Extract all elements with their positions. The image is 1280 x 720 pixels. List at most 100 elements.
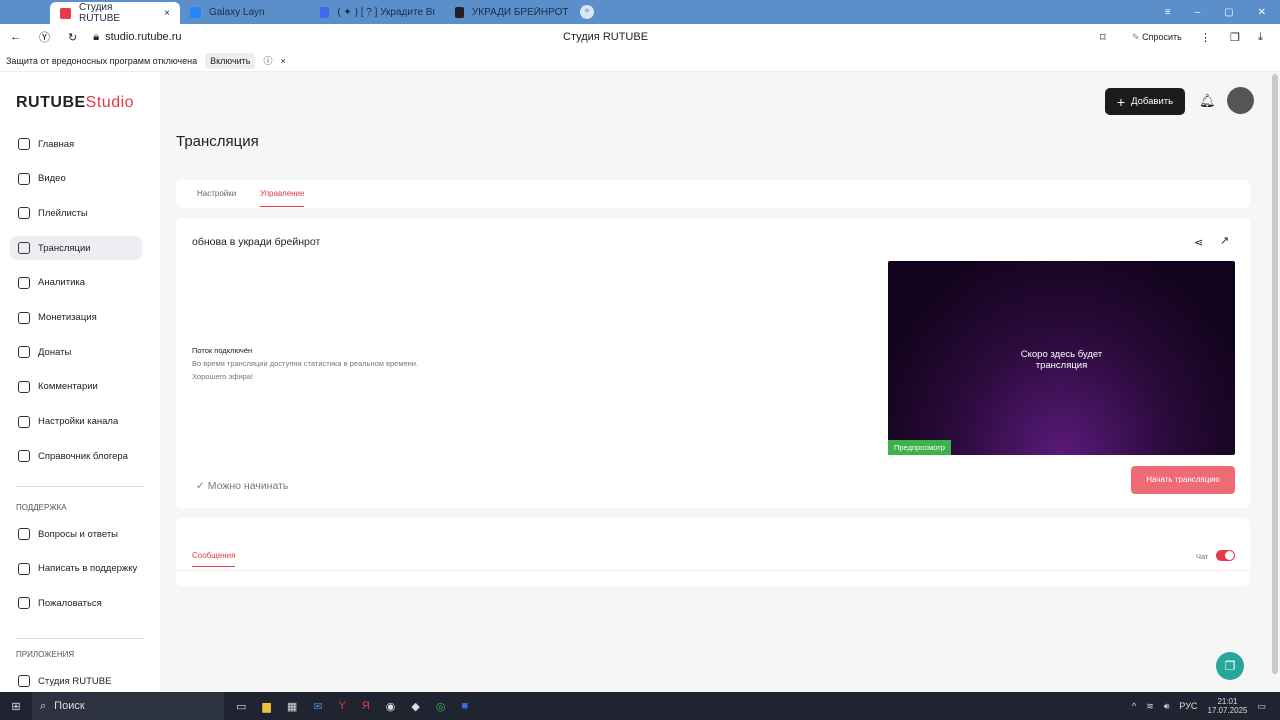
back-icon[interactable]: ← [10,31,21,43]
explorer-icon[interactable]: ▆ [262,700,270,713]
nav-icon [18,242,30,255]
favicon-icon [455,6,464,18]
sidebar-item[interactable]: Трансляции [10,236,142,261]
date: 17.07.2025 [1207,706,1248,715]
url-input[interactable]: studio.rutube.ru [105,31,181,43]
search-icon: ⌕ [40,699,47,712]
help-icon[interactable]: ⓘ [263,54,272,67]
browser-tab[interactable]: ( ✦ ) [ ? ] Украдите Brainr [310,2,445,22]
avatar[interactable] [1227,87,1254,114]
clock[interactable]: 21:01 17.07.2025 [1207,697,1247,715]
favicon-icon [320,6,330,18]
share-icon[interactable]: ⋖ [1194,236,1203,249]
app-icon[interactable]: ■ [461,700,468,713]
divider [16,486,144,487]
sidebar-item[interactable]: Комментарии [10,375,142,399]
apps-section-title: ПРИЛОЖЕНИЯ [16,650,75,659]
yandex-icon[interactable]: Я [362,700,370,713]
wifi-icon[interactable]: ≋ [1146,701,1154,712]
close-infobar-icon[interactable]: × [280,56,285,66]
sidebar-item[interactable]: Видео [10,167,142,191]
tab-control[interactable]: Управление [260,189,305,207]
preview-text: Скоро здесь будет трансляция [1020,349,1103,371]
nav-icon [18,346,30,359]
nav-label: Студия RUTUBE [38,675,112,687]
sidebar-support-item[interactable]: Вопросы и ответы [10,522,142,546]
add-button[interactable]: + Добавить [1105,88,1185,115]
external-link-icon[interactable]: ↗ [1220,234,1229,247]
chat-support-icon[interactable]: ❐ [1216,652,1244,680]
close-tab-icon[interactable]: × [164,8,170,19]
start-icon[interactable]: ⊞ [0,700,32,713]
bell-icon[interactable]: 🔔︎ [1199,93,1216,109]
tab-messages[interactable]: Сообщения [192,551,236,567]
chevron-up-icon[interactable]: ^ [1132,701,1136,711]
more-icon[interactable]: ⋮ [1200,31,1211,44]
browser-tab[interactable]: Студия RUTUBE × [50,2,180,24]
nav-label: Настройки канала [38,416,119,428]
browser-tabbar: Студия RUTUBE × Galaxy Layn ( ✦ ) [ ? ] У… [0,0,1280,24]
chat-toggle[interactable] [1216,550,1235,561]
language-indicator[interactable]: РУС [1179,701,1197,711]
status-title: Поток подключён [192,346,253,355]
ready-status: ✓ Можно начинать [196,480,288,492]
reload-icon[interactable]: ↻ [68,31,77,44]
status-text: Во время трансляции доступна статистика … [192,359,419,368]
sidebar-app-item[interactable]: Студия RUTUBE [10,669,142,693]
maximize-icon[interactable]: ▢ [1224,7,1233,18]
app-icon[interactable]: ◉ [386,700,396,713]
notifications-icon[interactable]: ▭ [1257,701,1266,712]
bookmark-icon[interactable]: ⌑ [1100,31,1106,44]
nav-icon [18,562,30,575]
nav-label: Комментарии [38,381,98,393]
page-title-label: Студия RUTUBE [563,31,649,43]
nav-icon [18,450,30,463]
start-stream-button[interactable]: Начать трансляцию [1131,466,1235,494]
new-tab-button[interactable]: + [580,5,594,19]
yandex-browser-icon[interactable]: Y [339,700,346,713]
sidebar-item[interactable]: Монетизация [10,306,142,330]
nav-icon [18,597,30,610]
sidebar-item[interactable]: Плейлисты [10,201,142,225]
app-icon[interactable]: ◆ [411,700,419,713]
taskbar-search[interactable]: ⌕ Поиск [32,692,224,720]
system-tray: ^ ≋ 🔊︎ РУС 21:01 17.07.2025 ▭ [1132,697,1280,715]
sidebar-item[interactable]: Аналитика [10,271,142,295]
nav-label: Аналитика [38,277,86,289]
whatsapp-icon[interactable]: ◎ [436,700,446,713]
enable-protection-button[interactable]: Включить [205,52,256,69]
scrollbar[interactable] [1272,74,1278,674]
menu-icon[interactable]: ≡ [1165,7,1171,18]
ask-button[interactable]: ✎ Спросить [1132,32,1182,43]
logo-brand: RUTUBE [16,94,86,111]
sidebar-item[interactable]: Главная [10,132,142,156]
browser-tab[interactable]: УКРАДИ БРЕЙНРОТ 🔥 А [445,2,580,22]
extensions-icon[interactable]: ❐ [1230,31,1240,44]
sidebar-item[interactable]: Настройки канала [10,410,142,434]
store-icon[interactable]: ▦ [287,700,297,713]
nav-icon [18,172,30,185]
sidebar-item[interactable]: Справочник блогера [10,444,142,468]
download-icon[interactable]: ⤓ [1258,31,1263,44]
minimize-icon[interactable]: – [1195,7,1201,18]
sidebar-item[interactable]: Донаты [10,340,142,364]
main-content: Трансляция Настройки Управление обнова в… [160,72,1270,692]
mail-icon[interactable]: ✉ [313,700,322,713]
rutube-studio-logo[interactable]: RUTUBEStudio [16,94,134,112]
time: 21:01 [1217,697,1238,706]
browser-tab[interactable]: Galaxy Layn [180,2,310,22]
task-view-icon[interactable]: ▭ [236,700,246,713]
tab-label: Galaxy Layn [209,6,265,18]
nav-label: Видео [38,173,66,185]
tab-settings[interactable]: Настройки [197,189,236,198]
volume-icon[interactable]: 🔊︎ [1164,701,1170,712]
tab-label: УКРАДИ БРЕЙНРОТ 🔥 А [471,6,570,18]
messages-card: Сообщения Чат [176,518,1250,586]
nav-label: Монетизация [38,312,97,323]
sidebar-support-item[interactable]: Написать в поддержку [10,557,142,581]
sidebar-support-item[interactable]: Пожаловаться [10,591,142,615]
close-window-icon[interactable]: ✕ [1258,7,1266,18]
nav-icon [18,675,30,687]
nav-icon [18,415,30,428]
yandex-icon[interactable]: Ⓨ [39,29,50,45]
